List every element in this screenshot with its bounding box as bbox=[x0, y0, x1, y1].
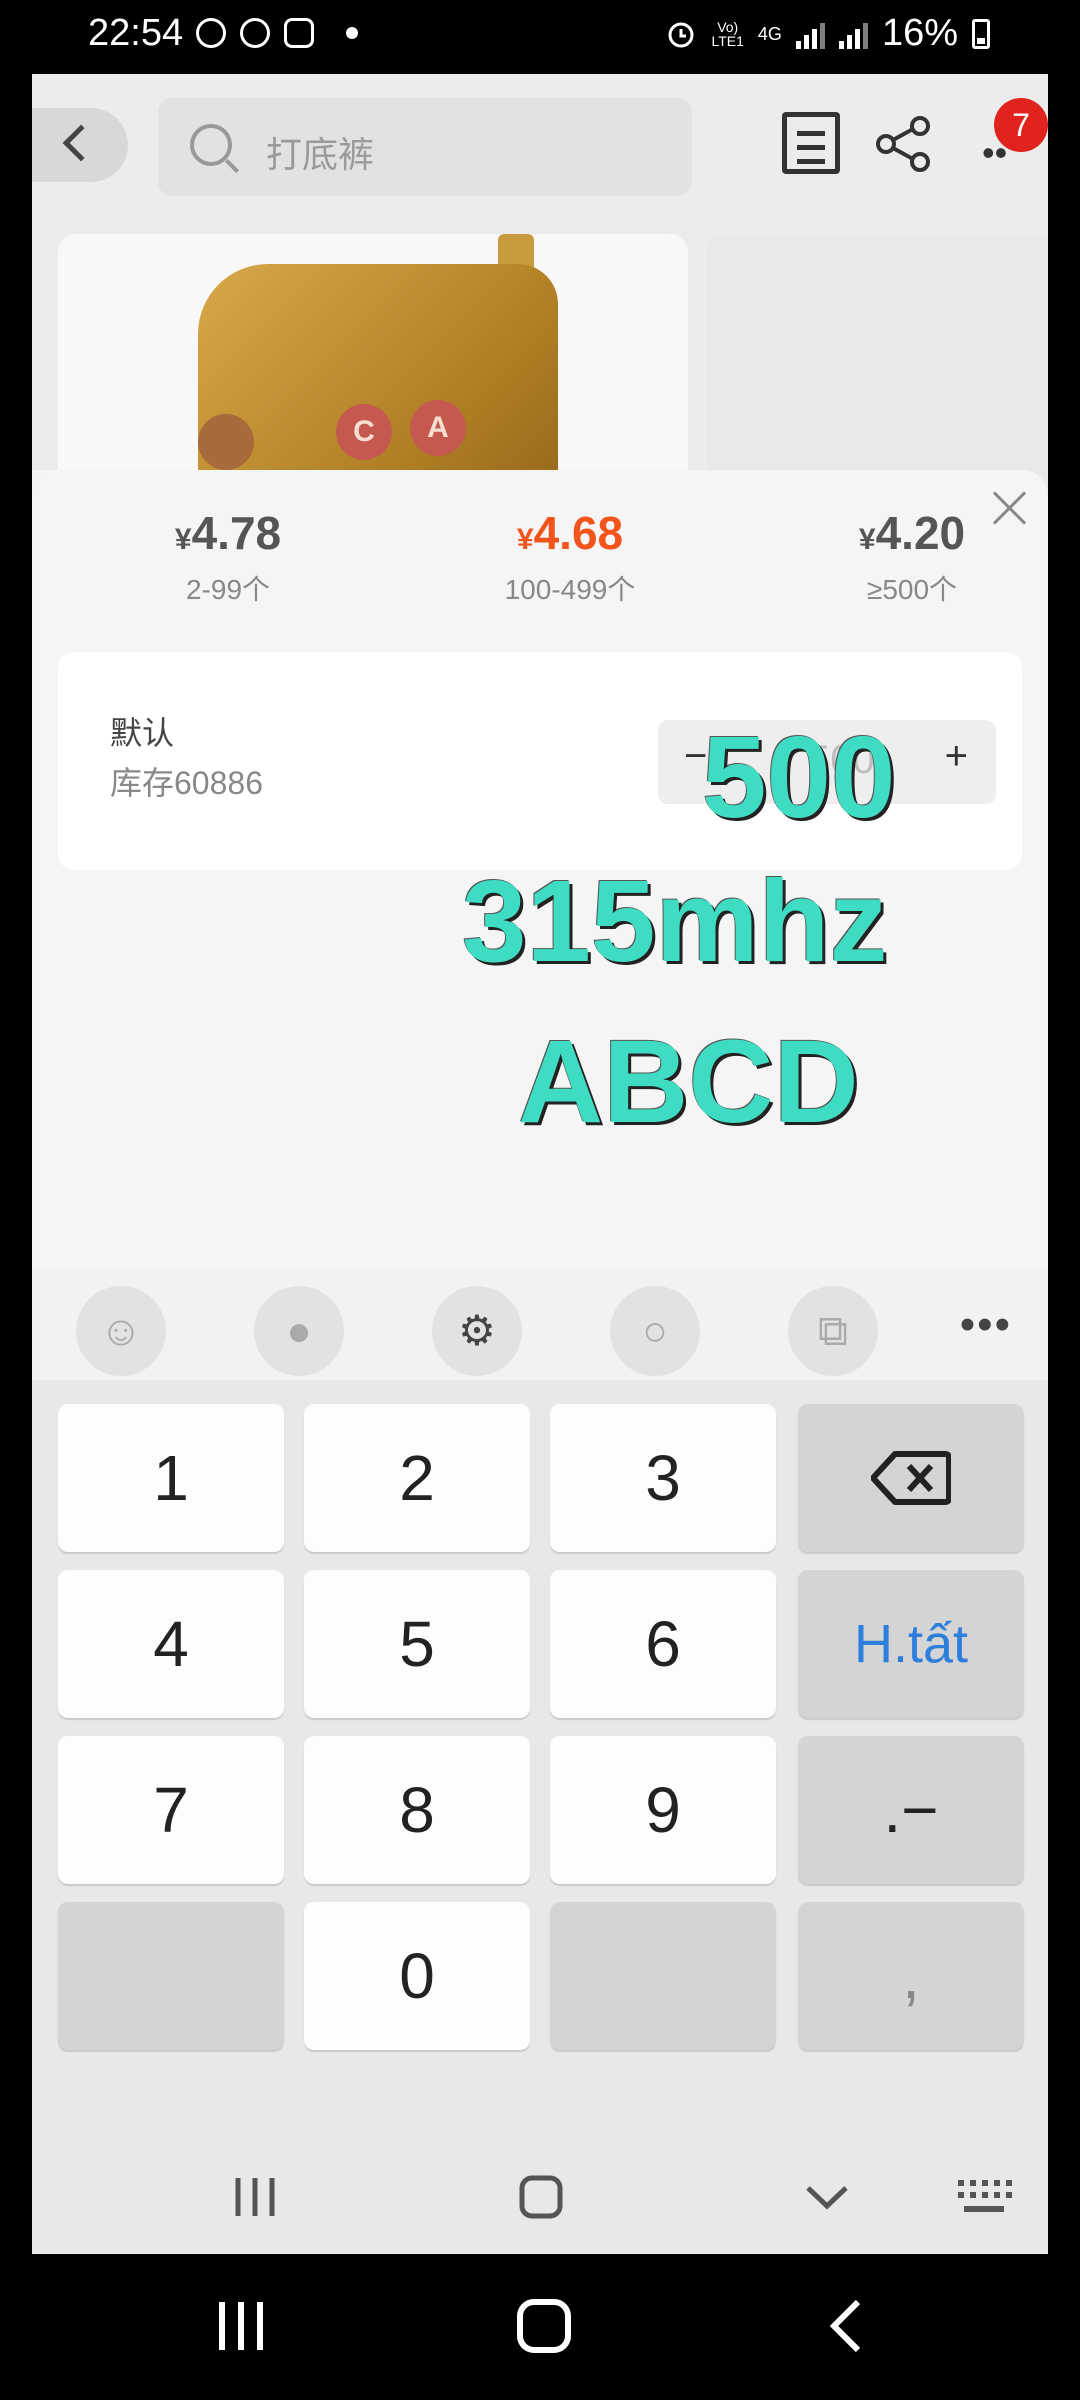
blank-key-left bbox=[58, 1902, 284, 2050]
instagram-icon bbox=[284, 18, 314, 48]
price-value: 4.78 bbox=[191, 507, 282, 559]
overlay-frequency-text: 315mhz bbox=[462, 856, 888, 986]
tier-price: ¥4.68 bbox=[420, 506, 720, 560]
more-notifications-icon bbox=[346, 27, 358, 39]
numeric-keyboard: 1 2 3 4 5 6 H.tất 7 8 9 .− 0 , bbox=[32, 1380, 1048, 2254]
back-arrow-icon bbox=[62, 124, 100, 162]
remote-button-a: A bbox=[410, 400, 466, 456]
order-list-icon[interactable] bbox=[782, 112, 840, 174]
lte-label: LTE1 bbox=[711, 32, 744, 49]
facebook-icon bbox=[196, 18, 226, 48]
increment-button[interactable]: + bbox=[945, 734, 968, 779]
translate-icon: ⧉ bbox=[818, 1307, 848, 1354]
battery-icon bbox=[972, 18, 990, 49]
emoji-button[interactable]: ☺ bbox=[76, 1286, 166, 1376]
overlay-quantity-text: 500 bbox=[702, 712, 896, 842]
sku-stock: 库存60886 bbox=[110, 765, 263, 801]
price-value: 4.68 bbox=[533, 507, 624, 559]
share-icon[interactable] bbox=[874, 114, 934, 174]
home-icon[interactable] bbox=[518, 2174, 564, 2220]
keyboard-toolbar: ☺ ● ⚙ ○ ⧉ ••• bbox=[32, 1270, 1048, 1380]
price-tier-1[interactable]: ¥4.78 2-99个 bbox=[78, 506, 378, 608]
back-button[interactable] bbox=[32, 108, 128, 182]
tier-price: ¥4.20 bbox=[762, 506, 1048, 560]
tier-price: ¥4.78 bbox=[78, 506, 378, 560]
back-icon[interactable] bbox=[826, 2298, 866, 2354]
tier-range: 2-99个 bbox=[185, 574, 271, 605]
signal-1-icon bbox=[795, 19, 825, 49]
search-icon bbox=[190, 124, 232, 166]
messenger-icon bbox=[240, 18, 270, 48]
app-screen: 打底裤 •• 7 C A ¥4.78 2-99个 ¥4.68 100-499个 … bbox=[32, 74, 1048, 2254]
keyboard-switch-icon[interactable] bbox=[956, 2174, 1012, 2220]
key-0[interactable]: 0 bbox=[304, 1902, 530, 2050]
notification-icons bbox=[196, 18, 358, 48]
overlay-buttons-text: ABCD bbox=[518, 1016, 859, 1148]
key-8[interactable]: 8 bbox=[304, 1736, 530, 1884]
comma-key[interactable]: , bbox=[798, 1902, 1024, 2050]
search-icon: ○ bbox=[642, 1307, 668, 1354]
decimal-minus-key[interactable]: .− bbox=[798, 1736, 1024, 1884]
key-4[interactable]: 4 bbox=[58, 1570, 284, 1718]
keyboard-navigation-bar bbox=[32, 2138, 1048, 2254]
tier-range: ≥500个 bbox=[866, 574, 958, 605]
search-placeholder: 打底裤 bbox=[266, 134, 375, 175]
key-1[interactable]: 1 bbox=[58, 1404, 284, 1552]
recents-icon[interactable] bbox=[216, 2298, 266, 2354]
status-time: 22:54 bbox=[88, 12, 184, 54]
tier-range: 100-499个 bbox=[504, 574, 636, 605]
price-value: 4.20 bbox=[875, 507, 966, 559]
key-9[interactable]: 9 bbox=[550, 1736, 776, 1884]
currency-symbol: ¥ bbox=[174, 523, 192, 556]
sku-name: 默认 bbox=[110, 715, 175, 751]
currency-symbol: ¥ bbox=[516, 523, 534, 556]
keyboard-search-button[interactable]: ○ bbox=[610, 1286, 700, 1376]
signal-2-icon bbox=[838, 19, 868, 49]
key-7[interactable]: 7 bbox=[58, 1736, 284, 1884]
price-tier-3[interactable]: ¥4.20 ≥500个 bbox=[762, 506, 1048, 608]
emoji-icon: ☺ bbox=[99, 1307, 143, 1354]
system-indicators: Vo) LTE1 4G 16% bbox=[665, 12, 990, 55]
remote-led bbox=[198, 414, 254, 470]
backspace-key[interactable] bbox=[798, 1404, 1024, 1552]
key-5[interactable]: 5 bbox=[304, 1570, 530, 1718]
translate-button[interactable]: ⧉ bbox=[788, 1286, 878, 1376]
currency-symbol: ¥ bbox=[858, 523, 876, 556]
hide-keyboard-icon[interactable] bbox=[804, 2174, 850, 2220]
blank-key-right bbox=[550, 1902, 776, 2050]
network-type: 4G bbox=[757, 23, 782, 44]
recent-apps-icon[interactable] bbox=[232, 2174, 278, 2220]
key-3[interactable]: 3 bbox=[550, 1404, 776, 1552]
key-2[interactable]: 2 bbox=[304, 1404, 530, 1552]
message-count-badge: 7 bbox=[994, 98, 1048, 152]
microphone-icon: ● bbox=[286, 1307, 312, 1354]
voice-input-button[interactable]: ● bbox=[254, 1286, 344, 1376]
backspace-icon bbox=[870, 1451, 952, 1505]
home-icon[interactable] bbox=[516, 2298, 572, 2354]
done-key[interactable]: H.tất bbox=[798, 1570, 1024, 1718]
keyboard-settings-button[interactable]: ⚙ bbox=[432, 1286, 522, 1376]
gear-icon: ⚙ bbox=[458, 1307, 496, 1354]
volte-label: Vo) bbox=[717, 18, 739, 35]
remote-button-c: C bbox=[336, 404, 392, 460]
system-navigation-bar bbox=[0, 2254, 1080, 2400]
key-6[interactable]: 6 bbox=[550, 1570, 776, 1718]
battery-percent: 16% bbox=[881, 12, 958, 54]
volte-indicator: Vo) LTE1 bbox=[711, 20, 743, 48]
more-options-icon[interactable]: ••• bbox=[960, 1300, 1012, 1350]
status-bar: 22:54 Vo) LTE1 4G 16% bbox=[0, 0, 1080, 74]
search-input[interactable]: 打底裤 bbox=[158, 98, 692, 196]
price-tier-2[interactable]: ¥4.68 100-499个 bbox=[420, 506, 720, 608]
alarm-icon bbox=[668, 22, 694, 47]
